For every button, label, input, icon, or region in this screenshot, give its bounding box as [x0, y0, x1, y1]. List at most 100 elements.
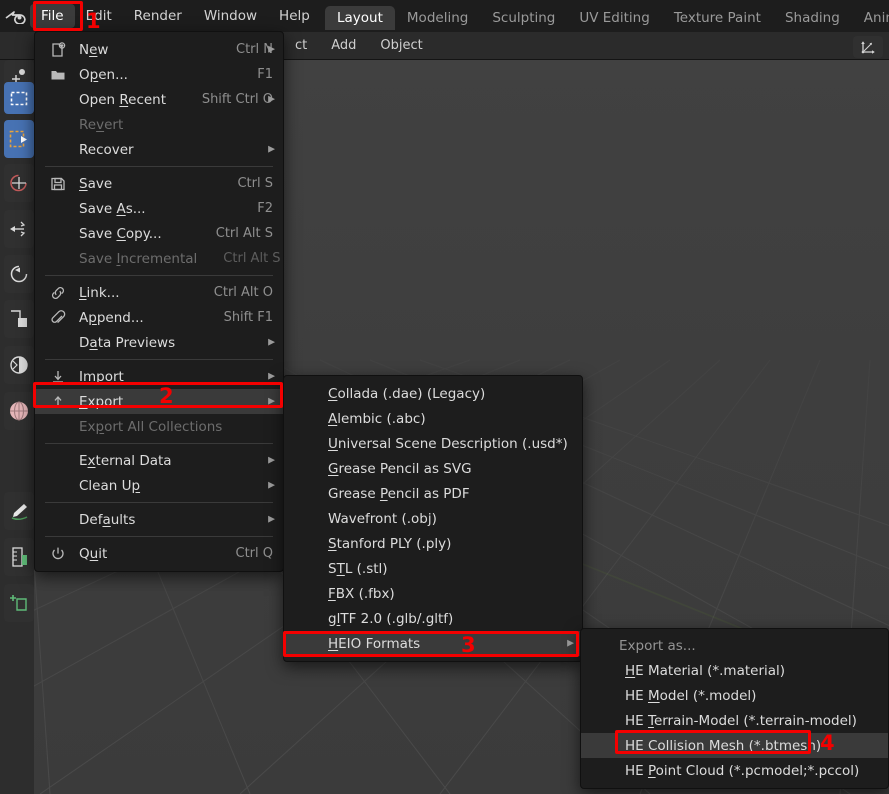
header-item-object[interactable]: Object — [368, 38, 434, 53]
rotate-icon — [10, 265, 28, 283]
heio-menu-item-he-terrain-model-terrain-model[interactable]: HE Terrain-Model (*.terrain-model) — [581, 708, 888, 733]
file-menu-item-save[interactable]: Save Ctrl S — [35, 171, 283, 196]
tool-transform[interactable] — [4, 346, 34, 384]
annotate-circle-icon — [10, 174, 27, 192]
file-menu-item-link[interactable]: Link... Ctrl Alt O — [35, 280, 283, 305]
header-item-add[interactable]: Add — [319, 38, 368, 53]
export-menu-item-gltf-2-0-glb-gltf[interactable]: glTF 2.0 (.glb/.gltf) — [284, 606, 582, 631]
tool-annotate-circle[interactable] — [4, 164, 34, 202]
tab-layout[interactable]: Layout — [325, 6, 395, 30]
export-icon — [53, 395, 63, 408]
export-menu-item-grease-pencil-as-pdf-label: Grease Pencil as PDF — [328, 485, 470, 502]
chevron-right-icon: ▶ — [268, 514, 275, 524]
heio-menu-item-he-material-material-label: HE Material (*.material) — [625, 662, 786, 679]
paperclip-icon — [51, 309, 66, 323]
file-menu-item-import[interactable]: Import ▶ — [35, 364, 283, 389]
file-menu-item-link-label: Link... — [79, 284, 120, 301]
file-menu-item-open[interactable]: Open... F1 — [35, 62, 283, 87]
workspace-tabs: Layout Modeling Sculpting UV Editing Tex… — [325, 4, 889, 30]
file-menu-item-save-as[interactable]: Save As... F2 — [35, 196, 283, 221]
tab-shading[interactable]: Shading — [773, 6, 852, 30]
file-menu-item-save-copy[interactable]: Save Copy... Ctrl Alt S — [35, 221, 283, 246]
edit-menu-button[interactable]: Edit — [75, 4, 123, 28]
heio-menu-header: Export as... — [619, 638, 696, 654]
tool-add-cube[interactable] — [4, 584, 34, 622]
blender-window: ct Add Object File Edit Render Window He… — [0, 0, 889, 794]
export-menu-item-stl-stl[interactable]: STL (.stl) — [284, 556, 582, 581]
export-menu-item-universal-scene-description-usd[interactable]: Universal Scene Description (.usd*) — [284, 431, 582, 456]
chevron-right-icon: ▶ — [268, 455, 275, 465]
tab-modeling[interactable]: Modeling — [395, 6, 480, 30]
tool-move[interactable] — [4, 210, 34, 248]
file-menu-item-open-shortcut: F1 — [257, 67, 273, 82]
chevron-right-icon: ▶ — [268, 94, 275, 104]
menu-separator — [45, 502, 273, 503]
heio-menu-item-he-point-cloud-pcmodel-pccol[interactable]: HE Point Cloud (*.pcmodel;*.pccol) — [581, 758, 888, 783]
file-menu-item-save-label: Save — [79, 175, 113, 192]
file-menu-item-revert-label: Revert — [79, 116, 124, 133]
power-icon — [49, 545, 67, 563]
menu-separator — [45, 443, 273, 444]
export-menu-item-grease-pencil-as-svg[interactable]: Grease Pencil as SVG — [284, 456, 582, 481]
menu-separator — [45, 536, 273, 537]
chevron-right-icon: ▶ — [268, 44, 275, 54]
export-menu-item-grease-pencil-as-pdf[interactable]: Grease Pencil as PDF — [284, 481, 582, 506]
tool-sphere[interactable] — [4, 392, 34, 430]
file-menu-item-clean-up[interactable]: Clean Up ▶ — [35, 473, 283, 498]
file-menu-item-export[interactable]: Export ▶ — [35, 389, 283, 414]
file-menu-item-quit[interactable]: Quit Ctrl Q — [35, 541, 283, 566]
file-menu-item-save-as-label: Save As... — [79, 200, 146, 217]
export-submenu[interactable]: Collada (.dae) (Legacy) Alembic (.abc) Uni… — [283, 375, 583, 662]
menu-separator — [45, 359, 273, 360]
export-menu-item-heio-formats[interactable]: HEIO Formats ▶ — [284, 631, 582, 656]
chevron-right-icon: ▶ — [567, 638, 574, 648]
tool-tweak[interactable] — [4, 120, 34, 158]
file-menu[interactable]: New Ctrl N ▶ Open... F1 Open Recent Shift Ctr… — [34, 31, 284, 572]
link-icon — [49, 284, 67, 302]
file-menu-item-external-data[interactable]: External Data ▶ — [35, 448, 283, 473]
toolbar-left — [0, 60, 34, 794]
help-menu-button[interactable]: Help — [268, 4, 321, 28]
export-menu-item-collada-dae-legacy[interactable]: Collada (.dae) (Legacy) — [284, 381, 582, 406]
window-menu-button[interactable]: Window — [193, 4, 268, 28]
header-item-select[interactable]: ct — [283, 38, 319, 53]
tab-sculpting[interactable]: Sculpting — [480, 6, 567, 30]
file-menu-item-open-recent[interactable]: Open Recent Shift Ctrl O ▶ — [35, 87, 283, 112]
file-menu-item-export-label: Export — [79, 393, 124, 410]
render-menu-button[interactable]: Render — [123, 4, 193, 28]
heio-menu-item-he-collision-mesh-btmesh-label: HE Collision Mesh (*.btmesh) — [625, 737, 822, 754]
heio-formats-submenu[interactable]: Export as... HE Material (*.material) HE M… — [580, 628, 889, 789]
file-menu-item-quit-shortcut: Ctrl Q — [235, 546, 274, 561]
export-menu-item-fbx-fbx[interactable]: FBX (.fbx) — [284, 581, 582, 606]
file-menu-item-recover-label: Recover — [79, 141, 134, 158]
file-menu-item-import-label: Import — [79, 368, 124, 385]
ruler-icon — [12, 547, 27, 567]
heio-menu-item-he-model-model[interactable]: HE Model (*.model) — [581, 683, 888, 708]
tab-texture-paint[interactable]: Texture Paint — [662, 6, 773, 30]
file-menu-item-append[interactable]: Append... Shift F1 — [35, 305, 283, 330]
blender-logo-icon[interactable] — [0, 0, 30, 32]
tool-rotate[interactable] — [4, 255, 34, 293]
transform-orientation-gizmo-icon — [861, 41, 875, 54]
heio-menu-item-he-collision-mesh-btmesh[interactable]: HE Collision Mesh (*.btmesh) — [581, 733, 888, 758]
heio-menu-item-he-material-material[interactable]: HE Material (*.material) — [581, 658, 888, 683]
export-menu-item-stanford-ply-ply[interactable]: Stanford PLY (.ply) — [284, 531, 582, 556]
file-menu-item-new[interactable]: New Ctrl N ▶ — [35, 37, 283, 62]
file-menu-item-recover[interactable]: Recover ▶ — [35, 137, 283, 162]
transform-orientation-gizmo-button[interactable] — [853, 36, 883, 58]
file-menu-item-append-shortcut: Shift F1 — [223, 310, 273, 325]
export-menu-item-alembic-abc[interactable]: Alembic (.abc) — [284, 406, 582, 431]
paperclip-icon — [49, 309, 67, 327]
export-menu-item-wavefront-obj[interactable]: Wavefront (.obj) — [284, 506, 582, 531]
tool-pen[interactable] — [4, 492, 34, 530]
file-menu-item-defaults[interactable]: Defaults ▶ — [35, 507, 283, 532]
tool-scale[interactable] — [4, 300, 34, 338]
tab-animation[interactable]: Animation — [852, 6, 889, 30]
file-menu-button[interactable]: File — [30, 4, 75, 28]
file-menu-item-data-previews-label: Data Previews — [79, 334, 176, 351]
tool-ruler[interactable] — [4, 538, 34, 576]
file-menu-item-data-previews[interactable]: Data Previews ▶ — [35, 330, 283, 355]
tab-uv-editing[interactable]: UV Editing — [567, 6, 661, 30]
file-menu-item-save-incremental: Save Incremental Ctrl Alt S — [35, 246, 283, 271]
tool-select-box[interactable] — [4, 82, 34, 114]
